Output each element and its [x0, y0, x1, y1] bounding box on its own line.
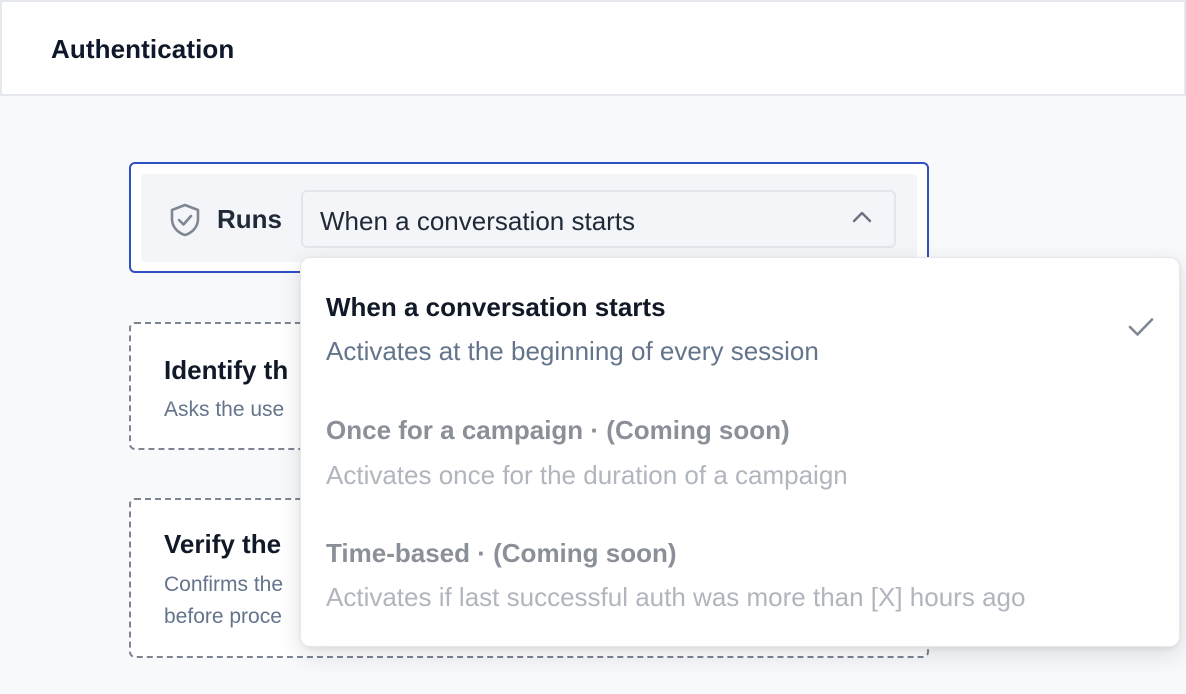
option-description: Activates at the beginning of every sess… [326, 336, 819, 366]
page-header: Authentication [0, 0, 1186, 96]
option-title: When a conversation starts [326, 292, 666, 322]
step-description-line: Confirms the [164, 573, 284, 596]
step-title: Identify th [164, 355, 289, 385]
step-title: Verify the [164, 529, 282, 559]
option-description: Activates once for the duration of a cam… [326, 460, 848, 490]
runs-dropdown-menu: When a conversation starts Activates at … [300, 257, 1180, 647]
step-description: Asks the use [164, 398, 285, 421]
runs-select[interactable]: When a conversation starts [301, 190, 896, 248]
option-conversation-start[interactable]: When a conversation starts Activates at … [301, 258, 1179, 382]
option-title: Once for a campaign · (Coming soon) [326, 415, 790, 445]
option-campaign[interactable]: Once for a campaign · (Coming soon) Acti… [301, 382, 1179, 506]
step-description: Confirms the before proce [164, 569, 283, 633]
trigger-row: Runs When a conversation starts [141, 174, 917, 262]
shield-check-icon [170, 203, 200, 237]
chevron-up-icon [852, 211, 872, 223]
step-description-line: before proce [164, 605, 282, 628]
page-title: Authentication [51, 34, 235, 64]
check-icon [1128, 318, 1154, 336]
option-description: Activates if last successful auth was mo… [326, 582, 1026, 612]
option-time-based[interactable]: Time-based · (Coming soon) Activates if … [301, 506, 1179, 630]
runs-select-value: When a conversation starts [320, 206, 636, 236]
runs-label: Runs [217, 204, 282, 234]
option-title: Time-based · (Coming soon) [326, 538, 677, 568]
